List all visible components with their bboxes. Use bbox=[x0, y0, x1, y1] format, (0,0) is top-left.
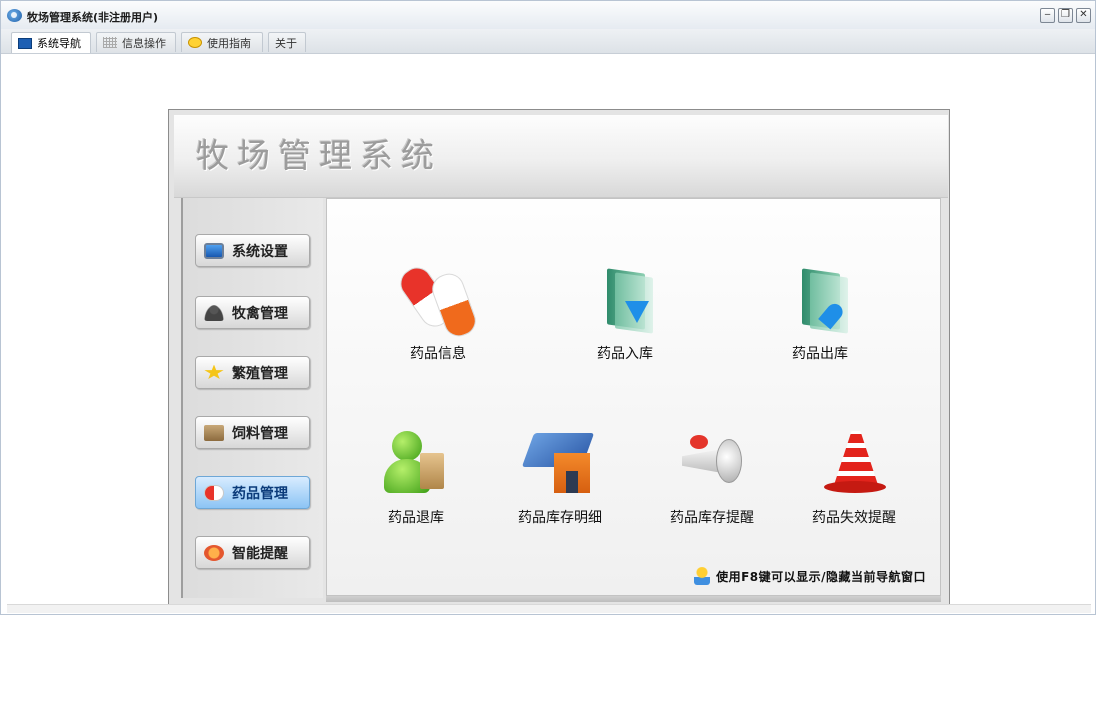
tab-label: 系统导航 bbox=[37, 37, 81, 50]
folder-out-icon bbox=[784, 265, 856, 335]
banner-title: 牧场管理系统 bbox=[196, 136, 442, 175]
medicine-expiry-alert-item[interactable]: 药品失效提醒 bbox=[793, 429, 915, 527]
megaphone-icon bbox=[676, 429, 748, 499]
tab-label: 关于 bbox=[275, 36, 297, 50]
title-bar: 牧场管理系统(非注册用户) ‒ ❐ ✕ bbox=[1, 1, 1095, 30]
pill-icon bbox=[204, 484, 224, 501]
sidebar-item-livestock[interactable]: 牧禽管理 bbox=[195, 296, 310, 329]
sidebar-item-feed[interactable]: 饲料管理 bbox=[195, 416, 310, 449]
medicine-stock-detail-item[interactable]: 药品库存明细 bbox=[499, 429, 621, 527]
monitor-icon bbox=[204, 242, 224, 259]
item-label: 药品失效提醒 bbox=[812, 510, 896, 526]
tab-system-nav[interactable]: 系统导航 bbox=[11, 32, 91, 53]
content-bottom-border bbox=[326, 596, 941, 602]
horizontal-scrollbar[interactable] bbox=[7, 604, 1091, 613]
window-title: 牧场管理系统(非注册用户) bbox=[27, 11, 159, 24]
smiley-icon bbox=[188, 37, 202, 48]
sidebar-item-label: 药品管理 bbox=[232, 485, 288, 502]
tab-user-guide[interactable]: 使用指南 bbox=[181, 32, 263, 52]
item-label: 药品信息 bbox=[410, 346, 466, 362]
app-window: 牧场管理系统(非注册用户) ‒ ❐ ✕ 系统导航 信息操作 使用指南 关于 牧场… bbox=[0, 0, 1096, 615]
item-label: 药品出库 bbox=[792, 346, 848, 362]
face-icon bbox=[204, 544, 224, 561]
sidebar-item-system-settings[interactable]: 系统设置 bbox=[195, 234, 310, 267]
sidebar-item-label: 系统设置 bbox=[232, 243, 288, 260]
medicine-inbound-item[interactable]: 药品入库 bbox=[565, 265, 685, 363]
user-icon bbox=[204, 304, 224, 321]
tab-label: 信息操作 bbox=[122, 36, 166, 50]
item-label: 药品退库 bbox=[388, 510, 444, 526]
restore-button[interactable]: ❐ bbox=[1058, 8, 1073, 23]
person-bag-icon bbox=[380, 429, 452, 499]
user-hint-icon bbox=[694, 567, 711, 585]
tab-info-ops[interactable]: 信息操作 bbox=[96, 32, 176, 52]
tab-bar: 系统导航 信息操作 使用指南 关于 bbox=[1, 29, 1095, 54]
tab-about[interactable]: 关于 bbox=[268, 32, 306, 52]
app-logo-icon bbox=[7, 9, 22, 22]
sidebar-item-label: 智能提醒 bbox=[232, 545, 288, 562]
hint-text: 使用F8键可以显示/隐藏当前导航窗口 bbox=[716, 569, 926, 584]
minimize-button[interactable]: ‒ bbox=[1040, 8, 1055, 23]
alarm-cone-icon bbox=[818, 429, 890, 499]
tab-label: 使用指南 bbox=[207, 36, 251, 50]
sidebar-item-breeding[interactable]: 繁殖管理 bbox=[195, 356, 310, 389]
item-label: 药品库存明细 bbox=[518, 510, 602, 526]
item-label: 药品库存提醒 bbox=[670, 510, 754, 526]
sidebar-item-medicine[interactable]: 药品管理 bbox=[195, 476, 310, 509]
sidebar-item-label: 饲料管理 bbox=[232, 425, 288, 442]
banner: 牧场管理系统 bbox=[174, 115, 948, 198]
folder-icon bbox=[204, 424, 224, 441]
capsule-icon bbox=[394, 261, 480, 341]
medicine-return-item[interactable]: 药品退库 bbox=[356, 429, 476, 527]
medicine-info-item[interactable]: 药品信息 bbox=[378, 261, 498, 363]
close-button[interactable]: ✕ bbox=[1076, 8, 1091, 23]
monitor-icon bbox=[18, 37, 32, 49]
sidebar-item-label: 繁殖管理 bbox=[232, 365, 288, 382]
window-controls: ‒ ❐ ✕ bbox=[1040, 8, 1091, 23]
sidebar-item-smart-reminder[interactable]: 智能提醒 bbox=[195, 536, 310, 569]
folder-in-icon bbox=[589, 265, 661, 335]
item-label: 药品入库 bbox=[597, 346, 653, 362]
grid-icon bbox=[103, 37, 117, 48]
medicine-outbound-item[interactable]: 药品出库 bbox=[760, 265, 880, 363]
sidebar-item-label: 牧禽管理 bbox=[232, 305, 288, 322]
navigation-panel: 牧场管理系统 系统设置 牧禽管理 繁殖管理 饲料管理 药品管理 智能提醒 药品信… bbox=[168, 109, 950, 611]
house-icon bbox=[521, 429, 596, 499]
sidebar: 系统设置 牧禽管理 繁殖管理 饲料管理 药品管理 智能提醒 bbox=[181, 198, 323, 598]
star-icon bbox=[204, 364, 224, 380]
content-area: 药品信息 药品入库 药品出库 药品退库 药品库存明细 药品库存提醒 药品失效提醒… bbox=[326, 198, 941, 596]
medicine-stock-alert-item[interactable]: 药品库存提醒 bbox=[651, 429, 773, 527]
f8-hint: 使用F8键可以显示/隐藏当前导航窗口 bbox=[694, 567, 926, 585]
